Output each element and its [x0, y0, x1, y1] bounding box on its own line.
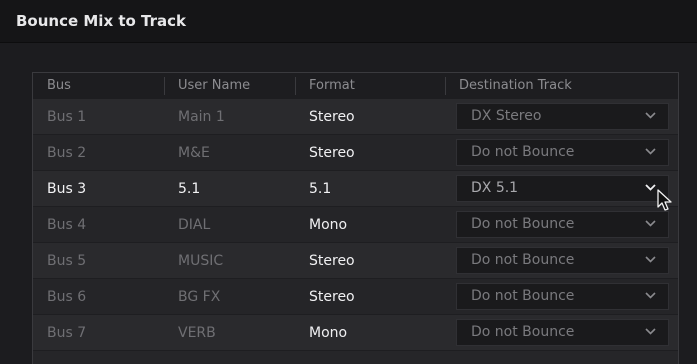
dropdown-value: Do not Bounce: [471, 216, 575, 232]
bus-cell: Bus 4: [47, 217, 87, 233]
user-name-cell: MUSIC: [178, 253, 224, 269]
bus-cell: Bus 3: [47, 181, 87, 197]
chevron-down-icon: [645, 328, 656, 335]
user-name-cell: BG FX: [178, 289, 221, 305]
destination-track-dropdown[interactable]: Do not Bounce: [456, 139, 669, 166]
destination-track-dropdown[interactable]: Do not Bounce: [456, 319, 669, 346]
mouse-pointer-icon: [657, 189, 672, 211]
bus-cell: Bus 2: [47, 145, 87, 161]
chevron-down-icon: [645, 292, 656, 299]
table-row: Bus 4 DIAL Mono Do not Bounce: [33, 207, 678, 243]
chevron-down-icon: [645, 148, 656, 155]
dropdown-value: Do not Bounce: [471, 324, 575, 340]
dropdown-value: Do not Bounce: [471, 288, 575, 304]
bus-cell: Bus 5: [47, 253, 87, 269]
dropdown-value: Do not Bounce: [471, 144, 575, 160]
format-cell: Mono: [309, 325, 348, 341]
format-cell: 5.1: [309, 181, 332, 197]
format-cell: Stereo: [309, 253, 355, 269]
dialog-title: Bounce Mix to Track: [16, 12, 187, 30]
bus-cell: Bus 6: [47, 289, 87, 305]
bus-cell: Bus 1: [47, 109, 87, 125]
chevron-down-icon: [645, 184, 656, 191]
table-row: Bus 5 MUSIC Stereo Do not Bounce: [33, 243, 678, 279]
table-row: Bus 7 VERB Mono Do not Bounce: [33, 315, 678, 351]
format-cell: Mono: [309, 217, 348, 233]
table-row: Bus 2 M&E Stereo Do not Bounce: [33, 135, 678, 171]
bus-cell: Bus 7: [47, 325, 87, 341]
user-name-cell: Main 1: [178, 109, 225, 125]
format-cell: Stereo: [309, 289, 355, 305]
bounce-mix-dialog: Bounce Mix to Track Bus User Name Format…: [0, 0, 697, 364]
user-name-cell: VERB: [178, 325, 216, 341]
bus-table: Bus User Name Format Destination Track B…: [32, 72, 679, 364]
dropdown-value: DX 5.1: [471, 180, 519, 196]
table-row: Bus 6 BG FX Stereo Do not Bounce: [33, 279, 678, 315]
destination-track-dropdown[interactable]: DX Stereo: [456, 103, 669, 130]
header-format: Format: [309, 78, 355, 93]
chevron-down-icon: [645, 256, 656, 263]
destination-track-dropdown[interactable]: Do not Bounce: [456, 283, 669, 310]
destination-track-dropdown[interactable]: Do not Bounce: [456, 211, 669, 238]
table-header: Bus User Name Format Destination Track: [33, 73, 678, 100]
destination-track-dropdown[interactable]: DX 5.1: [456, 175, 669, 202]
dropdown-value: DX Stereo: [471, 108, 542, 124]
chevron-down-icon: [645, 112, 656, 119]
format-cell: Stereo: [309, 109, 355, 125]
destination-track-dropdown[interactable]: Do not Bounce: [456, 247, 669, 274]
user-name-cell: M&E: [178, 145, 210, 161]
user-name-cell: 5.1: [178, 181, 201, 197]
dropdown-value: Do not Bounce: [471, 252, 575, 268]
format-cell: Stereo: [309, 145, 355, 161]
header-destination-track: Destination Track: [459, 78, 572, 93]
header-bus: Bus: [47, 78, 71, 93]
chevron-down-icon: [645, 220, 656, 227]
table-row: Bus 3 5.1 5.1 DX 5.1: [33, 171, 678, 207]
dialog-title-bar: Bounce Mix to Track: [0, 0, 697, 43]
table-row: Bus 1 Main 1 Stereo DX Stereo: [33, 99, 678, 135]
user-name-cell: DIAL: [178, 217, 211, 233]
header-user-name: User Name: [178, 78, 251, 93]
